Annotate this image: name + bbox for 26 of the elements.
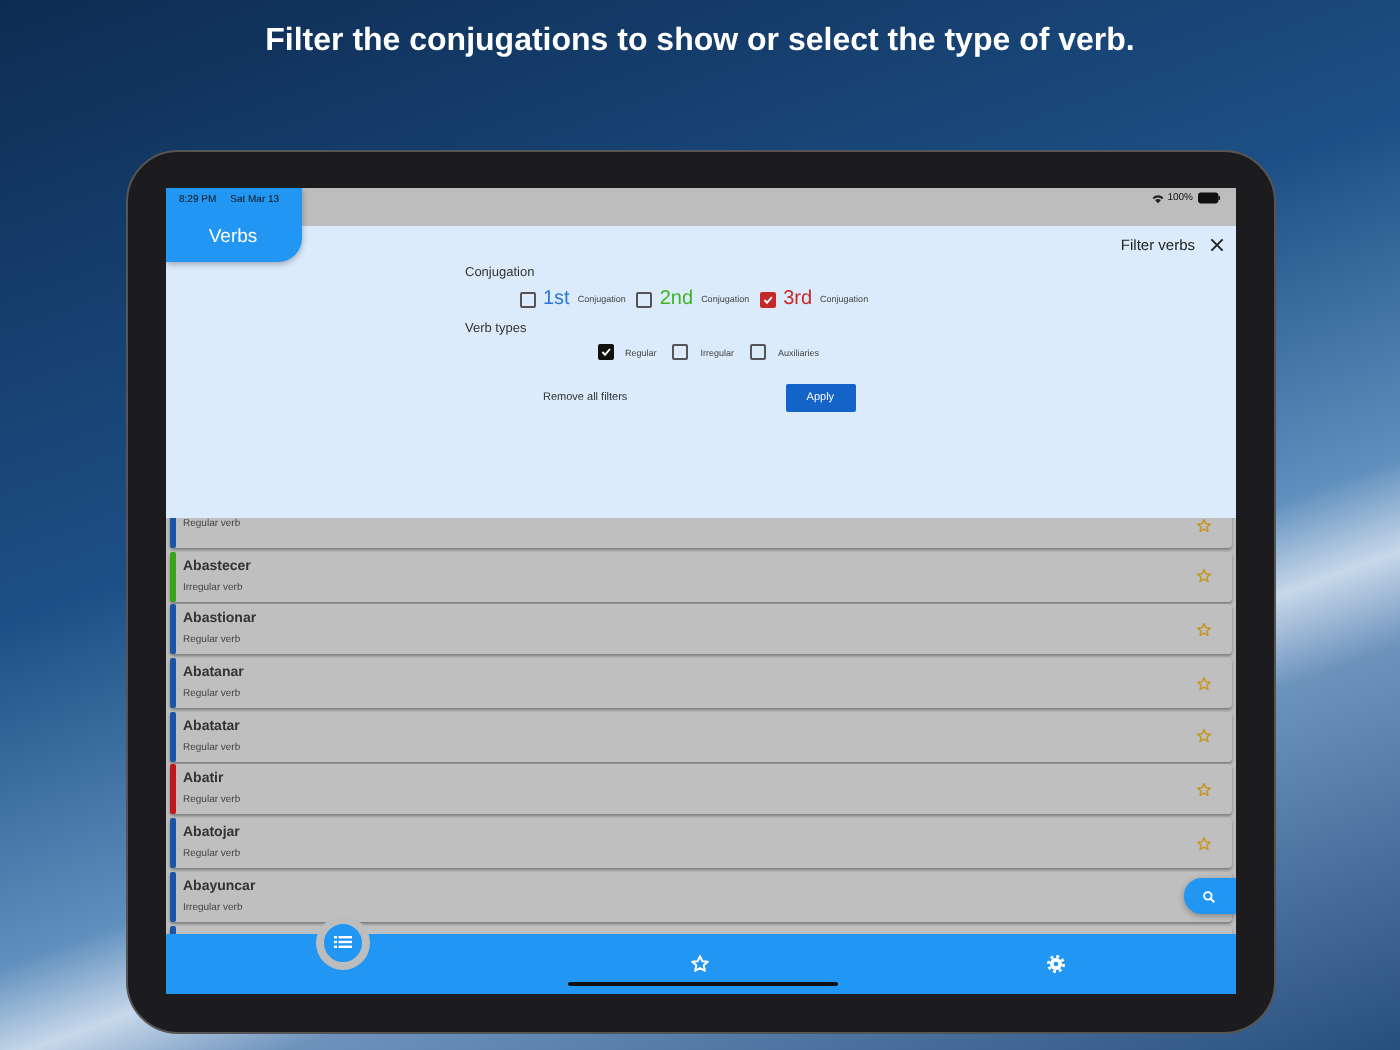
- star-icon[interactable]: [1195, 621, 1211, 638]
- star-icon[interactable]: [1195, 781, 1211, 798]
- nav-button[interactable]: [687, 952, 712, 976]
- list-icon: [334, 934, 353, 950]
- star-icon[interactable]: [1195, 675, 1211, 692]
- conjugation-number: 3rd: [783, 288, 813, 310]
- wifi-icon: [1151, 193, 1164, 203]
- search-button[interactable]: [1183, 878, 1235, 914]
- checkbox[interactable]: [597, 344, 613, 360]
- conjugation-number: 1st: [543, 288, 570, 310]
- close-icon[interactable]: [1209, 238, 1223, 252]
- star-icon[interactable]: [1195, 518, 1211, 534]
- checkbox[interactable]: [750, 344, 767, 360]
- star-icon[interactable]: [1195, 728, 1211, 745]
- search-icon: [1202, 889, 1216, 903]
- conjugation-number: 2nd: [659, 288, 694, 310]
- checkbox[interactable]: [759, 291, 776, 307]
- checkbox[interactable]: [635, 291, 652, 307]
- star-icon[interactable]: [1195, 568, 1211, 585]
- star-icon: [689, 954, 710, 974]
- checkbox[interactable]: [519, 291, 535, 307]
- settings-icon: [1046, 954, 1067, 974]
- battery-icon: [1197, 192, 1219, 204]
- headline: Filter the conjugations to show or select the type of verb.: [265, 22, 1135, 62]
- checkbox[interactable]: [672, 344, 689, 360]
- star-icon[interactable]: [1195, 835, 1211, 852]
